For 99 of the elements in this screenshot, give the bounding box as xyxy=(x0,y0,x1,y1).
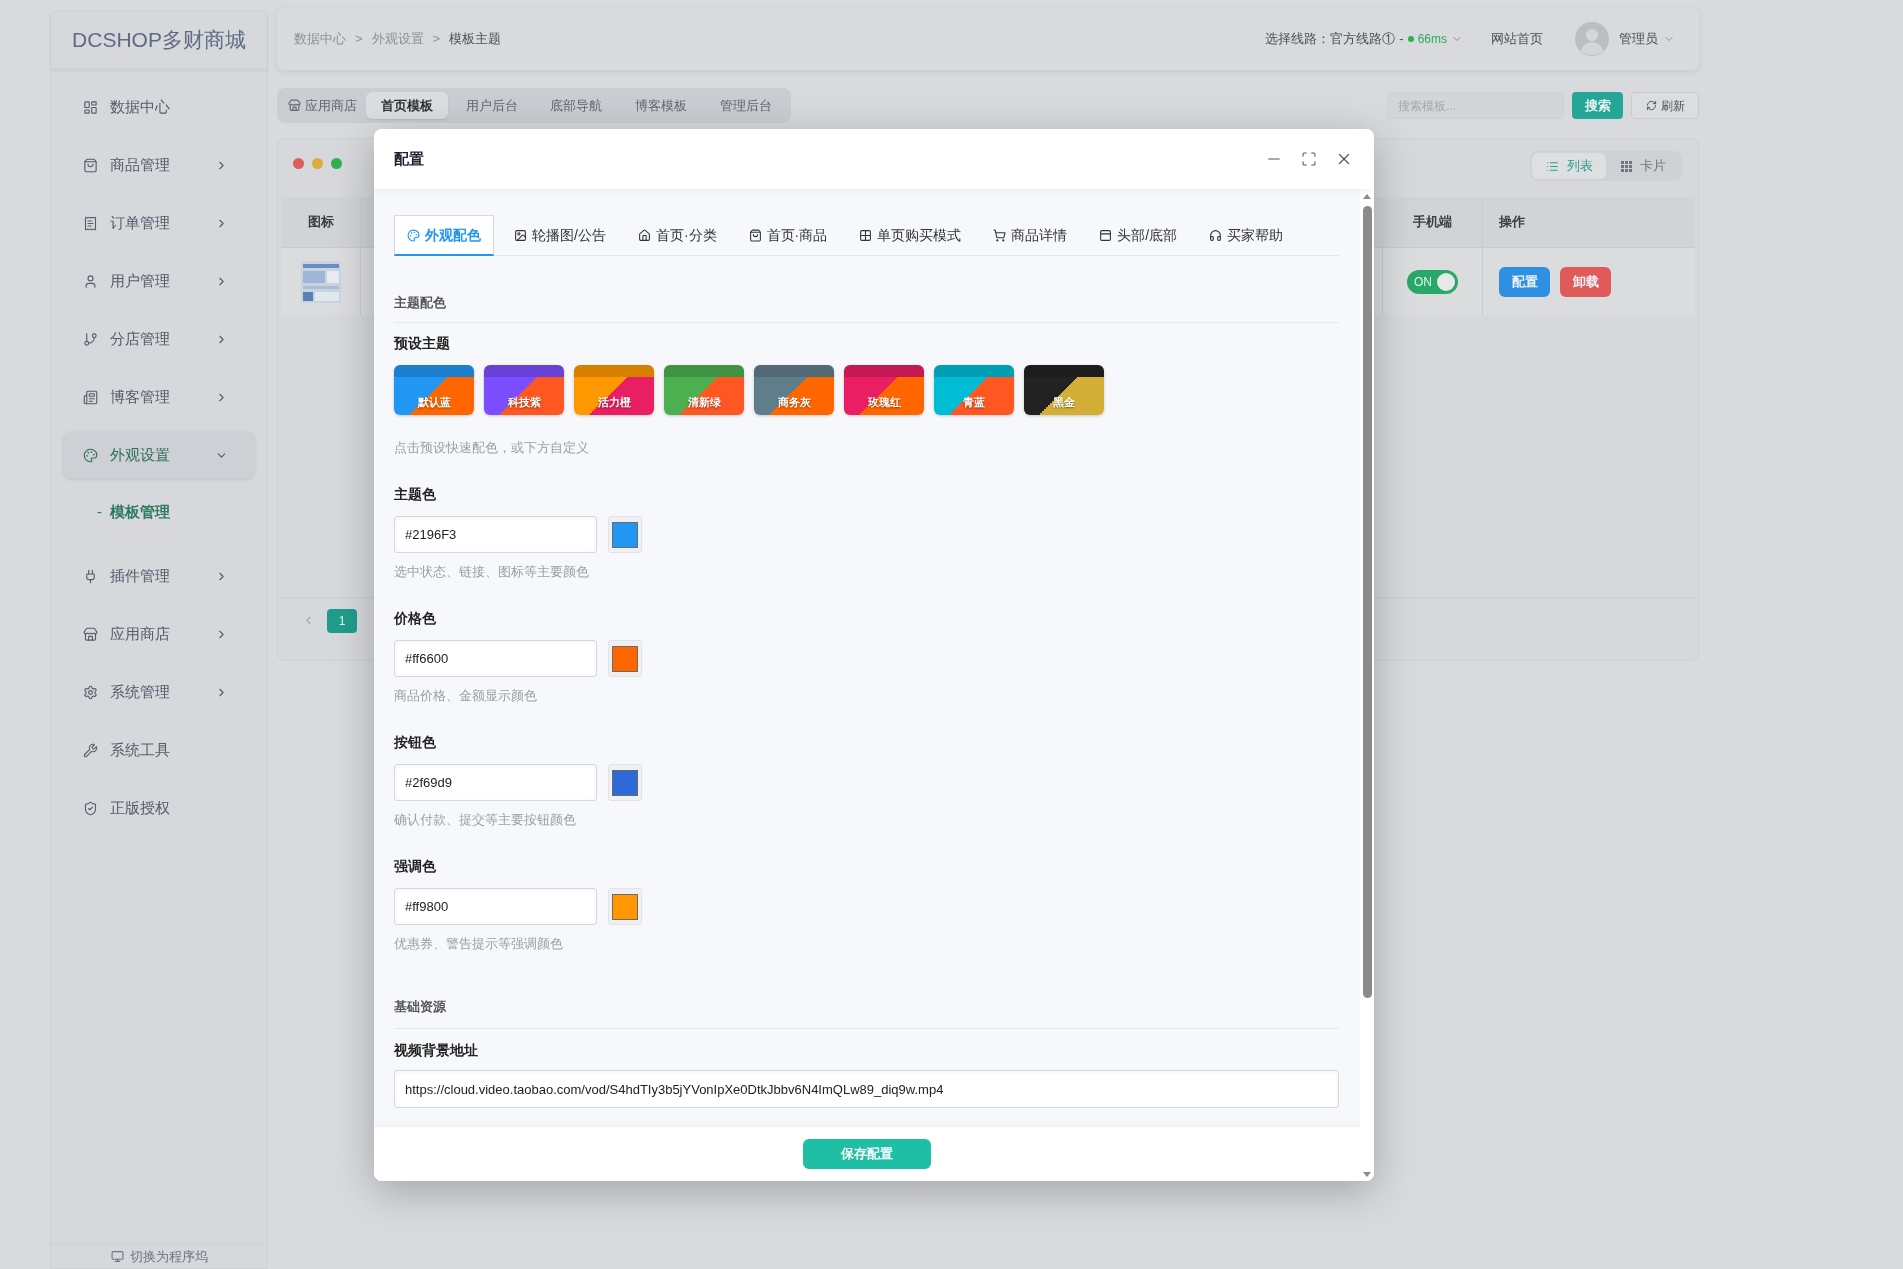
home-icon xyxy=(637,229,651,242)
section-title: 基础资源 xyxy=(394,999,446,1014)
hint-text: 商品价格、金额显示颜色 xyxy=(394,688,537,703)
sidebar-item[interactable]: 用户管理 xyxy=(64,258,254,304)
hint-text: 点击预设快速配色，或下方自定义 xyxy=(394,440,589,455)
list-icon xyxy=(1545,159,1559,173)
refresh-button[interactable]: 刷新 xyxy=(1631,92,1699,119)
sidebar-item[interactable]: 数据中心 xyxy=(64,84,254,130)
template-tab[interactable]: 应用商店 xyxy=(281,92,364,119)
field-label: 视频背景地址 xyxy=(394,1043,478,1058)
config-tab[interactable]: 单页购买模式 xyxy=(847,215,974,256)
field-label: 主题色 xyxy=(394,487,436,502)
refresh-icon xyxy=(1645,100,1657,111)
scroll-down-arrow-icon[interactable] xyxy=(1363,1172,1371,1177)
field-label: 按钮色 xyxy=(394,735,436,750)
scroll-up-arrow-icon[interactable] xyxy=(1363,194,1371,199)
template-tab[interactable]: 底部导航 xyxy=(535,92,618,119)
store-icon xyxy=(287,99,301,112)
sidebar-item[interactable]: 插件管理 xyxy=(64,553,254,599)
template-tab[interactable]: 博客模板 xyxy=(619,92,703,119)
field-label: 预设主题 xyxy=(394,336,450,351)
sidebar-item[interactable]: 订单管理 xyxy=(64,200,254,246)
template-tab[interactable]: 用户后台 xyxy=(450,92,533,119)
dashboard-icon xyxy=(83,99,98,115)
monitor-icon xyxy=(110,1250,124,1263)
view-toggle-tab[interactable]: 卡片 xyxy=(1606,153,1680,179)
table-header-cell: 手机端 xyxy=(1383,197,1483,247)
newspaper-icon xyxy=(83,389,98,405)
sidebar-item[interactable]: 系统管理 xyxy=(64,669,254,715)
section-title: 主题配色 xyxy=(394,295,446,310)
scrollbar-thumb[interactable] xyxy=(1362,206,1372,998)
field-label: 强调色 xyxy=(394,859,436,874)
grid-icon xyxy=(1620,160,1632,172)
grid-icon xyxy=(859,229,873,242)
line-selector[interactable]: 选择线路：官方线路① - 66ms xyxy=(1265,28,1463,49)
theme-preset-button[interactable]: 玫瑰红 xyxy=(844,365,924,415)
template-tab[interactable]: 管理后台 xyxy=(704,92,788,119)
home-link[interactable]: 网站首页 xyxy=(1491,28,1543,49)
config-tab[interactable]: 外观配色 xyxy=(394,215,494,256)
sidebar-item[interactable]: 商品管理 xyxy=(64,142,254,188)
maximize-icon[interactable] xyxy=(1301,151,1317,167)
color-code-field[interactable]: #2f69d9 xyxy=(394,764,597,801)
sidebar-item[interactable]: 正版授权 xyxy=(64,785,254,831)
table-header-cell: 操作 xyxy=(1483,197,1695,247)
hint-text: 确认付款、提交等主要按钮颜色 xyxy=(394,812,576,827)
config-tab[interactable]: 商品详情 xyxy=(981,215,1080,256)
headphones-icon xyxy=(1209,229,1223,242)
config-tab[interactable]: 买家帮助 xyxy=(1197,215,1296,256)
template-thumbnail xyxy=(300,260,341,303)
receipt-icon xyxy=(83,215,98,231)
branch-icon xyxy=(83,331,98,347)
panel-icon xyxy=(1099,229,1113,242)
configure-button[interactable]: 配置 xyxy=(1499,266,1550,297)
hint-text: 选中状态、链接、图标等主要颜色 xyxy=(394,564,589,579)
breadcrumb-link[interactable]: 模板主题 xyxy=(449,28,502,49)
table-header-cell: 图标 xyxy=(281,197,361,247)
shopping-bag-icon xyxy=(748,229,762,242)
user-icon xyxy=(83,273,98,289)
view-toggle-tab[interactable]: 列表 xyxy=(1532,153,1606,179)
breadcrumb-separator: > xyxy=(355,29,363,48)
sidebar-item[interactable]: 分店管理 xyxy=(64,316,254,362)
palette-icon xyxy=(407,228,420,242)
config-tab[interactable]: 轮播图/公告 xyxy=(502,215,618,256)
config-tab[interactable]: 首页·商品 xyxy=(736,215,840,256)
color-code-field[interactable]: #ff6600 xyxy=(394,640,597,677)
sidebar-item[interactable]: 博客管理 xyxy=(64,374,254,420)
field-label: 价格色 xyxy=(394,611,436,626)
wrench-icon xyxy=(83,742,98,758)
mobile-toggle[interactable]: ON xyxy=(1407,269,1458,294)
logo-text[interactable]: DCSHOP多财商城 xyxy=(72,23,246,56)
cart-icon xyxy=(993,229,1007,242)
sidebar-item[interactable]: 系统工具 xyxy=(64,727,254,773)
theme-preset-button[interactable]: 青蓝 xyxy=(934,365,1014,415)
scrollbar[interactable] xyxy=(1362,194,1372,1177)
theme-preset-button[interactable]: 活力橙 xyxy=(574,365,654,415)
store-icon xyxy=(83,626,98,642)
color-code-field[interactable]: #2196F3 xyxy=(394,516,597,553)
page-number-button[interactable]: 1 xyxy=(327,608,357,633)
config-tab[interactable]: 头部/底部 xyxy=(1087,215,1190,256)
config-tab[interactable]: 首页·分类 xyxy=(625,215,729,256)
shield-check-icon xyxy=(83,800,98,816)
image-icon xyxy=(514,229,527,242)
dialog-title: 配置 xyxy=(394,148,424,169)
hint-text: 优惠券、警告提示等强调颜色 xyxy=(394,936,563,951)
dock-switch-button[interactable]: 切换为程序坞 xyxy=(110,1246,208,1267)
search-button[interactable]: 搜索 xyxy=(1572,92,1623,119)
uninstall-button[interactable]: 卸载 xyxy=(1560,266,1611,297)
color-code-field[interactable]: #ff9800 xyxy=(394,888,597,925)
palette-icon xyxy=(83,447,98,463)
breadcrumb-separator: > xyxy=(432,29,441,48)
sidebar-subitem[interactable]: - 模板管理 xyxy=(64,490,254,534)
plug-icon xyxy=(83,568,98,584)
settings-icon xyxy=(83,684,98,700)
url-field[interactable]: https://cloud.video.taobao.com/vod/S4hdTIy3b5jYVonIpXe0DtkJbbv6N4ImQLw89_diq9w.mp4 xyxy=(394,1070,1339,1108)
template-tab[interactable]: 首页模板 xyxy=(365,92,449,119)
shopping-bag-icon xyxy=(83,157,98,173)
sidebar-item[interactable]: 外观设置 xyxy=(64,432,254,478)
sidebar-item[interactable]: 应用商店 xyxy=(64,611,254,657)
user-menu[interactable]: 管理员 xyxy=(1619,28,1675,49)
